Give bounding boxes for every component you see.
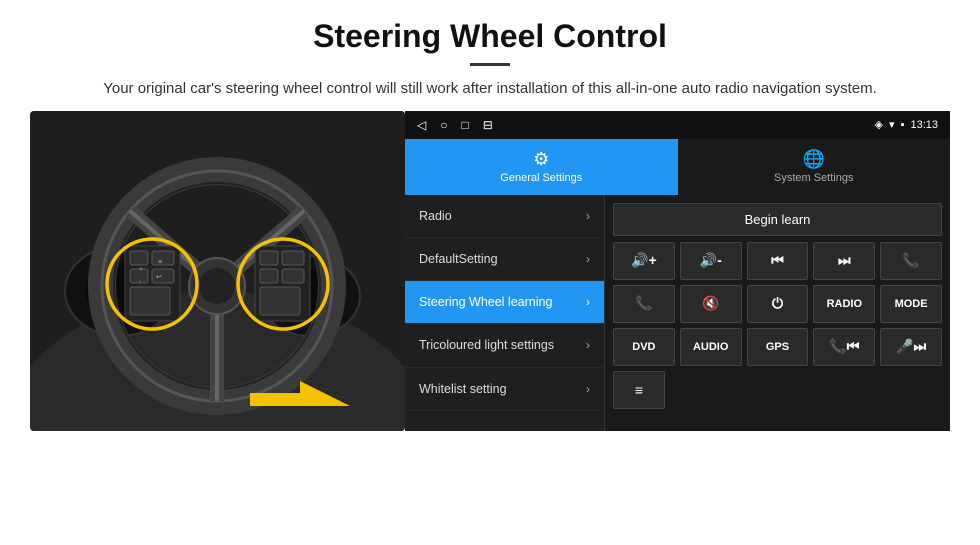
whitelist-icon-button[interactable]: ≡ [613,371,665,409]
android-screen: ◁ ○ □ ⊟ ◈ ▾ ▪ 13:13 ⚙ General Settings 🌐… [405,111,950,431]
ctrl-row-2: 📞 🔇 ⏻ RADIO MODE [613,285,942,323]
mute-button[interactable]: 🔇 [680,285,742,323]
dvd-button[interactable]: DVD [613,328,675,366]
vol-down-button[interactable]: 🔊- [680,242,742,280]
chevron-icon: › [586,382,590,396]
ctrl-row-3: DVD AUDIO GPS 📞⏮ 🎤⏭ [613,328,942,366]
svg-text:↩: ↩ [156,274,162,281]
header-description: Your original car's steering wheel contr… [60,78,920,101]
tab-system-label: System Settings [774,172,853,184]
menu-item-radio[interactable]: Radio › [405,195,604,238]
begin-learn-button[interactable]: Begin learn [613,203,942,236]
right-panel: Begin learn 🔊+ 🔊- ⏮ ⏭ 📞 📞 🔇 [605,195,950,431]
chevron-icon: › [586,338,590,352]
hangup-button[interactable]: 📞 [613,285,675,323]
location-icon: ◈ [875,118,883,131]
chevron-icon-active: › [586,295,590,309]
page-title: Steering Wheel Control [60,18,920,55]
status-bar-nav: ◁ ○ □ ⊟ [417,118,493,132]
menu-steering-label: Steering Wheel learning [419,294,582,310]
status-bar: ◁ ○ □ ⊟ ◈ ▾ ▪ 13:13 [405,111,950,139]
tab-general-settings[interactable]: ⚙ General Settings [405,139,678,195]
page-header: Steering Wheel Control Your original car… [0,0,980,111]
menu-item-default-setting[interactable]: DefaultSetting › [405,238,604,281]
nav-home-icon[interactable]: ○ [440,118,447,132]
status-bar-right: ◈ ▾ ▪ 13:13 [875,118,938,131]
header-divider [470,63,510,66]
menu-whitelist-label: Whitelist setting [419,381,582,397]
tab-bar: ⚙ General Settings 🌐 System Settings [405,139,950,195]
menu-tricoloured-label: Tricoloured light settings [419,337,582,353]
phone-next-button[interactable]: 🎤⏭ [880,328,942,366]
system-globe-icon: 🌐 [803,149,825,170]
main-content: ●● + - ≡ ↩ [0,111,980,431]
ctrl-row-1: 🔊+ 🔊- ⏮ ⏭ 📞 [613,242,942,280]
power-button[interactable]: ⏻ [747,285,809,323]
svg-text:+: + [139,266,143,273]
steering-wheel-image: ●● + - ≡ ↩ [30,111,405,431]
phone-prev-button[interactable]: 📞⏮ [813,328,875,366]
wifi-icon: ▾ [889,118,895,131]
ctrl-row-4: ≡ [613,371,942,409]
menu-item-steering-wheel[interactable]: Steering Wheel learning › [405,281,604,324]
radio-button[interactable]: RADIO [813,285,875,323]
tab-system-settings[interactable]: 🌐 System Settings [678,139,951,195]
prev-track-button[interactable]: ⏮ [747,242,809,280]
settings-gear-icon: ⚙ [533,149,549,170]
screen-content: Radio › DefaultSetting › Steering Wheel … [405,195,950,431]
clock: 13:13 [910,119,938,131]
svg-text:≡: ≡ [158,259,162,266]
phone-button[interactable]: 📞 [880,242,942,280]
menu-radio-label: Radio [419,208,582,224]
audio-button[interactable]: AUDIO [680,328,742,366]
menu-item-whitelist[interactable]: Whitelist setting › [405,368,604,411]
nav-cast-icon[interactable]: ⊟ [483,118,493,132]
chevron-icon: › [586,252,590,266]
menu-list: Radio › DefaultSetting › Steering Wheel … [405,195,605,431]
battery-icon: ▪ [901,119,905,131]
control-grid: 🔊+ 🔊- ⏮ ⏭ 📞 📞 🔇 ⏻ RADIO MODE [613,242,942,409]
tab-general-label: General Settings [500,172,582,184]
begin-learn-row: Begin learn [613,203,942,236]
nav-recent-icon[interactable]: □ [461,118,468,132]
next-track-button[interactable]: ⏭ [813,242,875,280]
menu-item-tricoloured[interactable]: Tricoloured light settings › [405,324,604,367]
chevron-icon: › [586,209,590,223]
menu-default-label: DefaultSetting [419,251,582,267]
mode-button[interactable]: MODE [880,285,942,323]
gps-button[interactable]: GPS [747,328,809,366]
vol-up-button[interactable]: 🔊+ [613,242,675,280]
nav-back-icon[interactable]: ◁ [417,118,426,132]
